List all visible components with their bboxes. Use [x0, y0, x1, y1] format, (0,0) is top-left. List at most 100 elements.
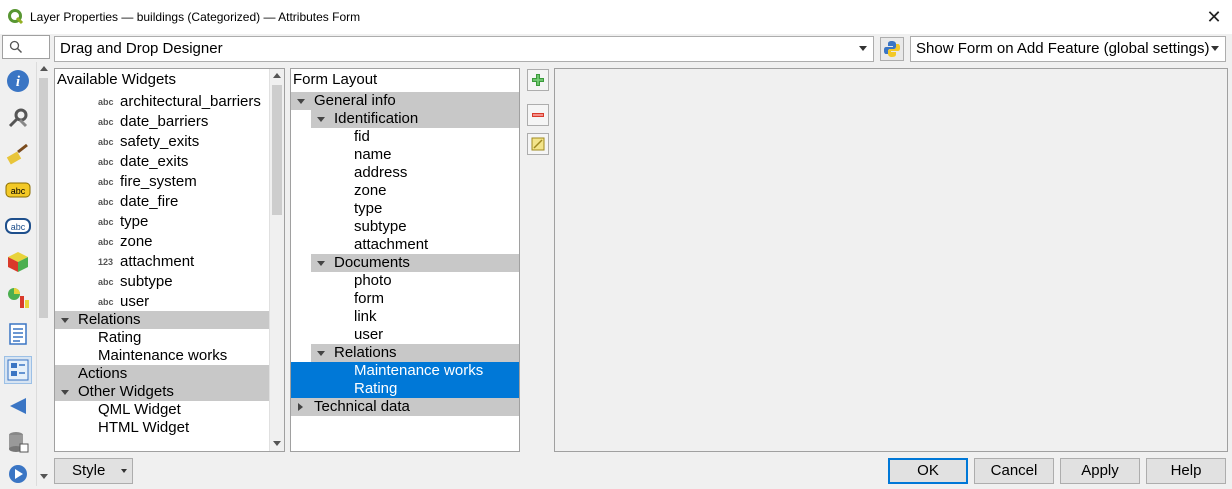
joins-icon[interactable] — [4, 392, 32, 420]
tab-technical-data[interactable]: Technical data — [291, 398, 519, 416]
expanded-arrow-icon[interactable] — [61, 318, 69, 323]
field-item[interactable]: abc date_fire — [55, 193, 269, 211]
field-item[interactable]: abc fire_system — [55, 173, 269, 191]
field-item[interactable]: abc zone — [55, 233, 269, 251]
layout-field[interactable]: link — [291, 308, 519, 326]
properties-panel — [554, 68, 1228, 452]
relation-item[interactable]: Maintenance works — [55, 347, 269, 365]
field-item[interactable]: abc safety_exits — [55, 133, 269, 151]
field-item-label: date_exits — [120, 153, 189, 170]
layout-field[interactable]: subtype — [291, 218, 519, 236]
show-form-value: Show Form on Add Feature (global setting… — [916, 40, 1210, 57]
scroll-thumb[interactable] — [272, 85, 282, 215]
expanded-arrow-icon[interactable] — [297, 99, 305, 104]
layout-relation-selected-label: Rating — [354, 380, 398, 397]
group-documents[interactable]: Documents — [311, 254, 519, 272]
relations-group[interactable]: Relations — [55, 311, 269, 329]
style-button[interactable]: Style — [54, 458, 133, 484]
layout-field-label: name — [354, 146, 392, 163]
window-title: Layer Properties — buildings (Categorize… — [30, 10, 361, 24]
layout-field[interactable]: type — [291, 200, 519, 218]
form-layout-tree[interactable]: Form Layout General info Identification fi… — [290, 68, 520, 452]
field-type-icon: abc — [98, 197, 114, 207]
remove-button[interactable] — [527, 104, 549, 126]
svg-text:abc: abc — [11, 186, 26, 196]
group-documents-label: Documents — [334, 254, 410, 271]
expanded-arrow-icon[interactable] — [317, 261, 325, 266]
layout-field[interactable]: attachment — [291, 236, 519, 254]
scroll-up-icon[interactable] — [40, 66, 48, 71]
actions-icon[interactable] — [4, 460, 32, 488]
other-widget-item[interactable]: QML Widget — [55, 401, 269, 419]
tab-general-info[interactable]: General info — [291, 92, 519, 110]
help-button[interactable]: Help — [1146, 458, 1226, 484]
layout-field[interactable]: name — [291, 146, 519, 164]
layout-field[interactable]: form — [291, 290, 519, 308]
search-field[interactable] — [2, 35, 50, 59]
sidebar-scrollbar[interactable] — [36, 62, 50, 486]
field-item[interactable]: abc user — [55, 293, 269, 311]
field-item[interactable]: 123 attachment — [55, 253, 269, 271]
field-item[interactable]: abc type — [55, 213, 269, 231]
field-item-label: type — [120, 213, 149, 230]
scroll-thumb[interactable] — [39, 78, 48, 318]
show-form-combo[interactable]: Show Form on Add Feature (global setting… — [910, 36, 1226, 62]
field-item-label: safety_exits — [120, 133, 200, 150]
attributes-form-icon[interactable] — [4, 356, 32, 384]
available-widgets-scrollbar[interactable] — [269, 69, 284, 451]
field-item[interactable]: abc date_barriers — [55, 113, 269, 131]
layout-field[interactable]: address — [291, 164, 519, 182]
labels-icon[interactable]: abc — [4, 176, 32, 204]
field-item[interactable]: abc architectural_barriers — [55, 93, 269, 111]
scroll-down-icon[interactable] — [273, 441, 281, 446]
expanded-arrow-icon[interactable] — [317, 351, 325, 356]
close-icon[interactable]: ✕ — [1200, 4, 1228, 30]
remove-icon — [532, 113, 544, 117]
actions-group[interactable]: Actions — [55, 365, 269, 383]
scroll-down-icon[interactable] — [40, 474, 48, 479]
field-item-label: attachment — [120, 253, 195, 270]
layout-field-label: type — [354, 200, 383, 217]
designer-mode-combo[interactable]: Drag and Drop Designer — [54, 36, 874, 62]
field-item-label: date_fire — [120, 193, 179, 210]
auxiliary-storage-icon[interactable] — [4, 428, 32, 456]
apply-button[interactable]: Apply — [1060, 458, 1140, 484]
other-widget-item-label: HTML Widget — [98, 419, 190, 436]
other-widget-item[interactable]: HTML Widget — [55, 419, 269, 437]
collapsed-arrow-icon[interactable] — [298, 403, 303, 411]
available-widgets-tree[interactable]: Available Widgets abc architectural_barri… — [54, 68, 285, 452]
layout-field[interactable]: photo — [291, 272, 519, 290]
3d-view-icon[interactable] — [4, 248, 32, 276]
svg-text:abc: abc — [11, 222, 26, 232]
layout-field[interactable]: fid — [291, 128, 519, 146]
layout-field[interactable]: user — [291, 326, 519, 344]
ok-button[interactable]: OK — [888, 458, 968, 484]
masks-icon[interactable]: abc — [4, 212, 32, 240]
scroll-up-icon[interactable] — [273, 73, 281, 78]
source-icon[interactable] — [4, 104, 32, 132]
qgis-logo-icon — [8, 9, 24, 25]
layout-field[interactable]: zone — [291, 182, 519, 200]
relation-item[interactable]: Rating — [55, 329, 269, 347]
layout-relation-selected[interactable]: Rating — [291, 380, 519, 398]
field-item-label: zone — [120, 233, 153, 250]
python-init-button[interactable] — [880, 37, 904, 61]
field-item[interactable]: abc subtype — [55, 273, 269, 291]
layout-relation-selected[interactable]: Maintenance works — [291, 362, 519, 380]
field-item[interactable]: abc date_exits — [55, 153, 269, 171]
expanded-arrow-icon[interactable] — [61, 390, 69, 395]
expanded-arrow-icon[interactable] — [317, 117, 325, 122]
information-icon[interactable]: i — [4, 67, 32, 95]
diagrams-icon[interactable] — [4, 284, 32, 312]
fields-icon[interactable] — [4, 320, 32, 348]
edit-button[interactable] — [527, 133, 549, 155]
symbology-icon[interactable] — [4, 140, 32, 168]
field-type-icon: abc — [98, 177, 114, 187]
other-widgets-group-label: Other Widgets — [78, 383, 174, 400]
cancel-button[interactable]: Cancel — [974, 458, 1054, 484]
python-icon — [884, 41, 900, 57]
group-identification[interactable]: Identification — [311, 110, 519, 128]
other-widgets-group[interactable]: Other Widgets — [55, 383, 269, 401]
add-container-button[interactable] — [527, 69, 549, 91]
group-relations[interactable]: Relations — [311, 344, 519, 362]
